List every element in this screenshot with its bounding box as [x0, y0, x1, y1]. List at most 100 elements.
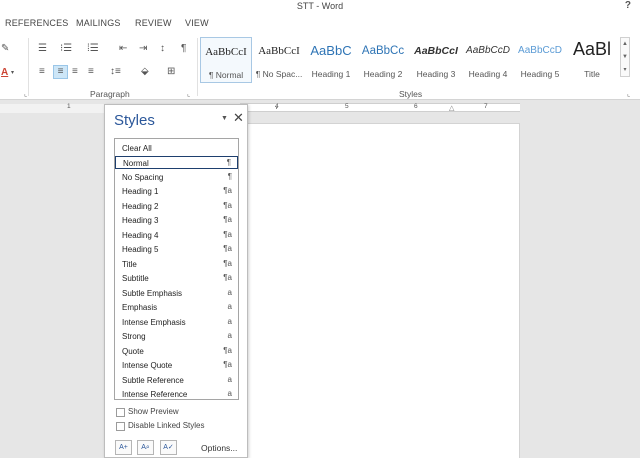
ruler-number: 7 — [484, 103, 488, 110]
style-tile-title[interactable]: AaBl Title — [566, 37, 618, 83]
style-item-strong[interactable]: Strong a — [115, 330, 238, 343]
gallery-scrollbar[interactable]: ▲ ▼ ▾ — [620, 37, 630, 77]
options-link[interactable]: Options... — [201, 443, 237, 453]
justify-icon[interactable]: ≡ — [88, 66, 94, 78]
sort-icon[interactable]: ↕ — [160, 43, 165, 55]
separator — [197, 38, 198, 96]
style-item-normal[interactable]: Normal ¶ — [115, 156, 238, 169]
style-preview: AaBbCcI — [205, 46, 247, 58]
show-preview-label: Show Preview — [128, 407, 179, 416]
close-icon[interactable]: ✕ — [233, 110, 244, 126]
style-name: Title — [584, 69, 600, 79]
style-item-intense-emphasis[interactable]: Intense Emphasis a — [115, 316, 238, 329]
style-item-quote[interactable]: Quote ¶a — [115, 345, 238, 358]
font-launcher-icon[interactable]: ⌞ — [24, 90, 27, 98]
right-indent-marker-icon[interactable]: △ — [449, 104, 454, 112]
style-tile-heading-5[interactable]: AaBbCcD Heading 5 — [514, 37, 566, 83]
style-name: Heading 5 — [520, 69, 560, 79]
style-item-subtitle[interactable]: Subtitle ¶a — [115, 272, 238, 285]
ruler-number: 5 — [345, 103, 349, 110]
style-gallery: AaBbCcI ¶ Normal AaBbCcI ¶ No Spac... Aa… — [200, 37, 618, 83]
disable-linked-styles-label: Disable Linked Styles — [128, 421, 205, 430]
style-tile-no-spacing[interactable]: AaBbCcI ¶ No Spac... — [253, 37, 305, 83]
show-preview-checkbox[interactable] — [116, 408, 125, 417]
style-name: Heading 4 — [468, 69, 508, 79]
align-right-icon[interactable]: ≡ — [72, 66, 78, 78]
style-item-subtle-reference[interactable]: Subtle Reference a — [115, 374, 238, 387]
line-spacing-icon[interactable]: ↕≡ — [110, 66, 121, 78]
style-preview: AaBbCcD — [466, 45, 510, 56]
separator — [28, 38, 29, 96]
style-preview: AaBl — [572, 39, 612, 59]
paragraph-launcher-icon[interactable]: ⌞ — [187, 90, 190, 98]
style-name: Heading 3 — [416, 69, 456, 79]
style-item-emphasis[interactable]: Emphasis a — [115, 301, 238, 314]
ruler-number: 6 — [414, 103, 418, 110]
styles-group-label: Styles — [399, 89, 423, 99]
font-color-icon[interactable]: A — [1, 67, 8, 79]
style-name: Heading 2 — [363, 69, 403, 79]
style-item-heading-3[interactable]: Heading 3 ¶a — [115, 214, 238, 227]
multilevel-list-icon[interactable]: ⁞☰ — [87, 43, 99, 55]
styles-pane: Styles ▼ ✕ Clear All Normal ¶ No Spacing ¶… — [104, 104, 248, 458]
new-style-button[interactable]: A+ — [115, 440, 132, 455]
style-preview: AaBbCcI — [258, 45, 300, 57]
borders-icon[interactable]: ⊞ — [167, 66, 175, 78]
ruler: 1 4 5 6 7 △ — [0, 101, 640, 115]
styles-list: Clear All Normal ¶ No Spacing ¶ Heading 1 ¶… — [114, 138, 239, 400]
style-tile-heading-3[interactable]: AaBbCcI Heading 3 — [410, 37, 462, 83]
center-align-icon[interactable]: ≡ — [53, 65, 68, 79]
style-item-heading-4[interactable]: Heading 4 ¶a — [115, 229, 238, 242]
ruler-number: 1 — [67, 103, 71, 110]
style-preview: AaBbCcD — [518, 45, 562, 56]
style-item-heading-5[interactable]: Heading 5 ¶a — [115, 243, 238, 256]
font-color-dropdown-icon[interactable]: ▾ — [11, 67, 14, 79]
style-preview: AaBbCcI — [414, 45, 458, 57]
style-item-clear-all[interactable]: Clear All — [115, 142, 238, 155]
styles-pane-title: Styles — [114, 112, 155, 129]
gallery-up-icon[interactable]: ▲ — [621, 38, 629, 51]
style-tile-normal[interactable]: AaBbCcI ¶ Normal — [200, 37, 252, 83]
ribbon: ✎ A ▾ ☰ ⁝☰ ⁞☰ ⇤ ⇥ ↕ ¶ ≡ ≡ ≡ ≡ ↕≡ ⬙ ⊞ Par… — [0, 34, 640, 100]
tab-mailings[interactable]: MAILINGS — [76, 18, 121, 28]
document-page[interactable] — [240, 123, 520, 458]
bullets-icon[interactable]: ☰ — [38, 43, 47, 55]
format-painter-icon[interactable]: ✎ — [1, 43, 9, 55]
style-tile-heading-2[interactable]: AaBbCc Heading 2 — [357, 37, 409, 83]
style-item-subtle-emphasis[interactable]: Subtle Emphasis a — [115, 287, 238, 300]
style-preview: AaBbC — [310, 43, 352, 58]
style-name: Heading 1 — [311, 69, 351, 79]
style-inspector-button[interactable]: A⌕ — [137, 440, 154, 455]
style-preview: AaBbCc — [361, 45, 405, 57]
disable-linked-styles-checkbox[interactable] — [116, 422, 125, 431]
style-item-title[interactable]: Title ¶a — [115, 258, 238, 271]
tab-view[interactable]: VIEW — [185, 18, 209, 28]
style-item-intense-quote[interactable]: Intense Quote ¶a — [115, 359, 238, 372]
shading-icon[interactable]: ⬙ — [141, 66, 149, 78]
show-marks-icon[interactable]: ¶ — [181, 43, 186, 55]
style-item-heading-2[interactable]: Heading 2 ¶a — [115, 200, 238, 213]
ruler-strip — [240, 103, 520, 112]
gallery-down-icon[interactable]: ▼ — [621, 51, 629, 64]
tab-references[interactable]: REFERENCES — [5, 18, 69, 28]
numbering-icon[interactable]: ⁝☰ — [60, 43, 72, 55]
pane-options-icon[interactable]: ▼ — [221, 115, 228, 122]
help-button[interactable]: ? — [625, 0, 631, 11]
style-tile-heading-4[interactable]: AaBbCcD Heading 4 — [462, 37, 514, 83]
ruler-number: 4 — [275, 103, 279, 110]
window-title: STT - Word — [296, 1, 344, 11]
style-item-no-spacing[interactable]: No Spacing ¶ — [115, 171, 238, 184]
increase-indent-icon[interactable]: ⇥ — [139, 43, 147, 55]
decrease-indent-icon[interactable]: ⇤ — [119, 43, 127, 55]
style-item-intense-reference[interactable]: Intense Reference a — [115, 388, 238, 401]
manage-styles-button[interactable]: A✓ — [160, 440, 177, 455]
title-bar: STT - Word ? — [0, 0, 640, 14]
align-left-icon[interactable]: ≡ — [39, 66, 45, 78]
styles-launcher-icon[interactable]: ⌞ — [627, 90, 630, 98]
style-tile-heading-1[interactable]: AaBbC Heading 1 — [305, 37, 357, 83]
gallery-more-icon[interactable]: ▾ — [621, 64, 629, 77]
tab-review[interactable]: REVIEW — [135, 18, 172, 28]
style-name: ¶ Normal — [208, 70, 244, 80]
style-name: ¶ No Spac... — [255, 69, 303, 79]
style-item-heading-1[interactable]: Heading 1 ¶a — [115, 185, 238, 198]
